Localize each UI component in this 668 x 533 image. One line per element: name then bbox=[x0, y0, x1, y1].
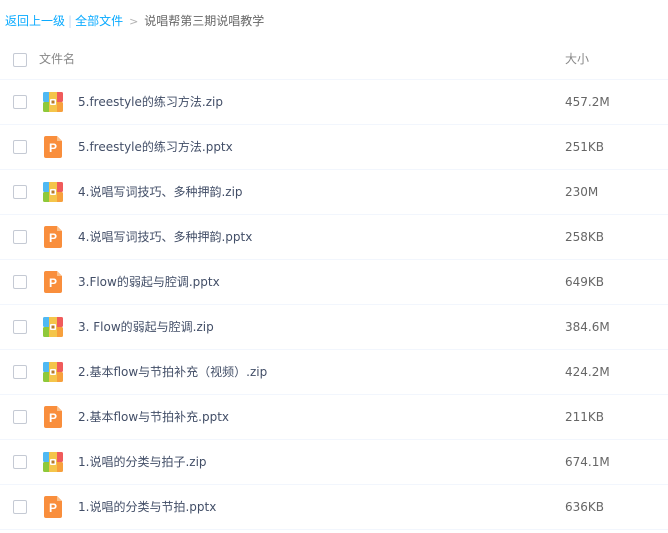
file-size: 424.2M bbox=[565, 365, 610, 379]
file-size: 230M bbox=[565, 185, 599, 199]
file-name[interactable]: 3.Flow的弱起与腔调.pptx bbox=[78, 273, 220, 291]
ppt-icon: P bbox=[42, 496, 64, 518]
file-row[interactable]: P 3.Flow的弱起与腔调.pptx 649KB bbox=[0, 260, 668, 305]
breadcrumb-arrow-icon: > bbox=[129, 15, 139, 28]
ppt-icon: P bbox=[42, 226, 64, 248]
size-column-header[interactable]: 大小 bbox=[565, 50, 589, 68]
zip-icon bbox=[42, 451, 64, 473]
name-column-header[interactable]: 文件名 bbox=[39, 50, 75, 68]
row-checkbox[interactable] bbox=[13, 185, 27, 199]
zip-icon bbox=[42, 181, 64, 203]
file-size: 674.1M bbox=[565, 455, 610, 469]
row-checkbox[interactable] bbox=[13, 500, 27, 514]
svg-text:P: P bbox=[49, 231, 57, 245]
svg-text:P: P bbox=[49, 411, 57, 425]
zip-icon bbox=[42, 91, 64, 113]
zip-icon bbox=[42, 316, 64, 338]
file-row[interactable]: 4.说唱写词技巧、多种押韵.zip 230M bbox=[0, 170, 668, 215]
row-checkbox[interactable] bbox=[13, 320, 27, 334]
breadcrumb: 返回上一级 | 全部文件 > 说唱帮第三期说唱教学 bbox=[5, 11, 264, 31]
file-row[interactable]: P 4.说唱写词技巧、多种押韵.pptx 258KB bbox=[0, 215, 668, 260]
file-name[interactable]: 4.说唱写词技巧、多种押韵.zip bbox=[78, 183, 243, 201]
file-size: 258KB bbox=[565, 230, 605, 244]
file-row[interactable]: P 1.说唱的分类与节拍.pptx 636KB bbox=[0, 485, 668, 530]
ppt-icon: P bbox=[42, 406, 64, 428]
file-size: 457.2M bbox=[565, 95, 610, 109]
file-row[interactable]: 5.freestyle的练习方法.zip 457.2M bbox=[0, 80, 668, 125]
current-folder: 说唱帮第三期说唱教学 bbox=[144, 14, 265, 28]
file-size: 636KB bbox=[565, 500, 605, 514]
file-list-header: 文件名 大小 bbox=[0, 38, 668, 80]
file-size: 251KB bbox=[565, 140, 605, 154]
row-checkbox[interactable] bbox=[13, 275, 27, 289]
file-size: 211KB bbox=[565, 410, 605, 424]
file-size: 384.6M bbox=[565, 320, 610, 334]
row-checkbox[interactable] bbox=[13, 455, 27, 469]
file-name[interactable]: 5.freestyle的练习方法.pptx bbox=[78, 138, 233, 156]
file-row[interactable]: 1.说唱的分类与拍子.zip 674.1M bbox=[0, 440, 668, 485]
ppt-icon: P bbox=[42, 271, 64, 293]
breadcrumb-separator: | bbox=[68, 14, 73, 28]
row-checkbox[interactable] bbox=[13, 140, 27, 154]
file-name[interactable]: 5.freestyle的练习方法.zip bbox=[78, 93, 223, 111]
file-name[interactable]: 2.基本flow与节拍补充（视频）.zip bbox=[78, 363, 267, 381]
file-list-page: 返回上一级 | 全部文件 > 说唱帮第三期说唱教学 文件名 大小 5.freestyle… bbox=[0, 0, 668, 533]
zip-icon bbox=[42, 361, 64, 383]
row-checkbox[interactable] bbox=[13, 230, 27, 244]
ppt-icon: P bbox=[42, 136, 64, 158]
select-all-checkbox[interactable] bbox=[13, 53, 27, 67]
back-link[interactable]: 返回上一级 bbox=[5, 14, 65, 28]
svg-text:P: P bbox=[49, 501, 57, 515]
file-row[interactable]: P 2.基本flow与节拍补充.pptx 211KB bbox=[0, 395, 668, 440]
file-name[interactable]: 1.说唱的分类与拍子.zip bbox=[78, 453, 207, 471]
file-name[interactable]: 3. Flow的弱起与腔调.zip bbox=[78, 318, 214, 336]
file-row[interactable]: 2.基本flow与节拍补充（视频）.zip 424.2M bbox=[0, 350, 668, 395]
all-files-link[interactable]: 全部文件 bbox=[75, 14, 123, 28]
file-name[interactable]: 2.基本flow与节拍补充.pptx bbox=[78, 408, 229, 426]
row-checkbox[interactable] bbox=[13, 410, 27, 424]
row-checkbox[interactable] bbox=[13, 95, 27, 109]
row-checkbox[interactable] bbox=[13, 365, 27, 379]
file-size: 649KB bbox=[565, 275, 605, 289]
file-name[interactable]: 4.说唱写词技巧、多种押韵.pptx bbox=[78, 228, 252, 246]
file-row[interactable]: 3. Flow的弱起与腔调.zip 384.6M bbox=[0, 305, 668, 350]
svg-text:P: P bbox=[49, 141, 57, 155]
file-name[interactable]: 1.说唱的分类与节拍.pptx bbox=[78, 498, 216, 516]
svg-text:P: P bbox=[49, 276, 57, 290]
file-list: 5.freestyle的练习方法.zip 457.2M P 5.freestyl… bbox=[0, 80, 668, 530]
file-row[interactable]: P 5.freestyle的练习方法.pptx 251KB bbox=[0, 125, 668, 170]
